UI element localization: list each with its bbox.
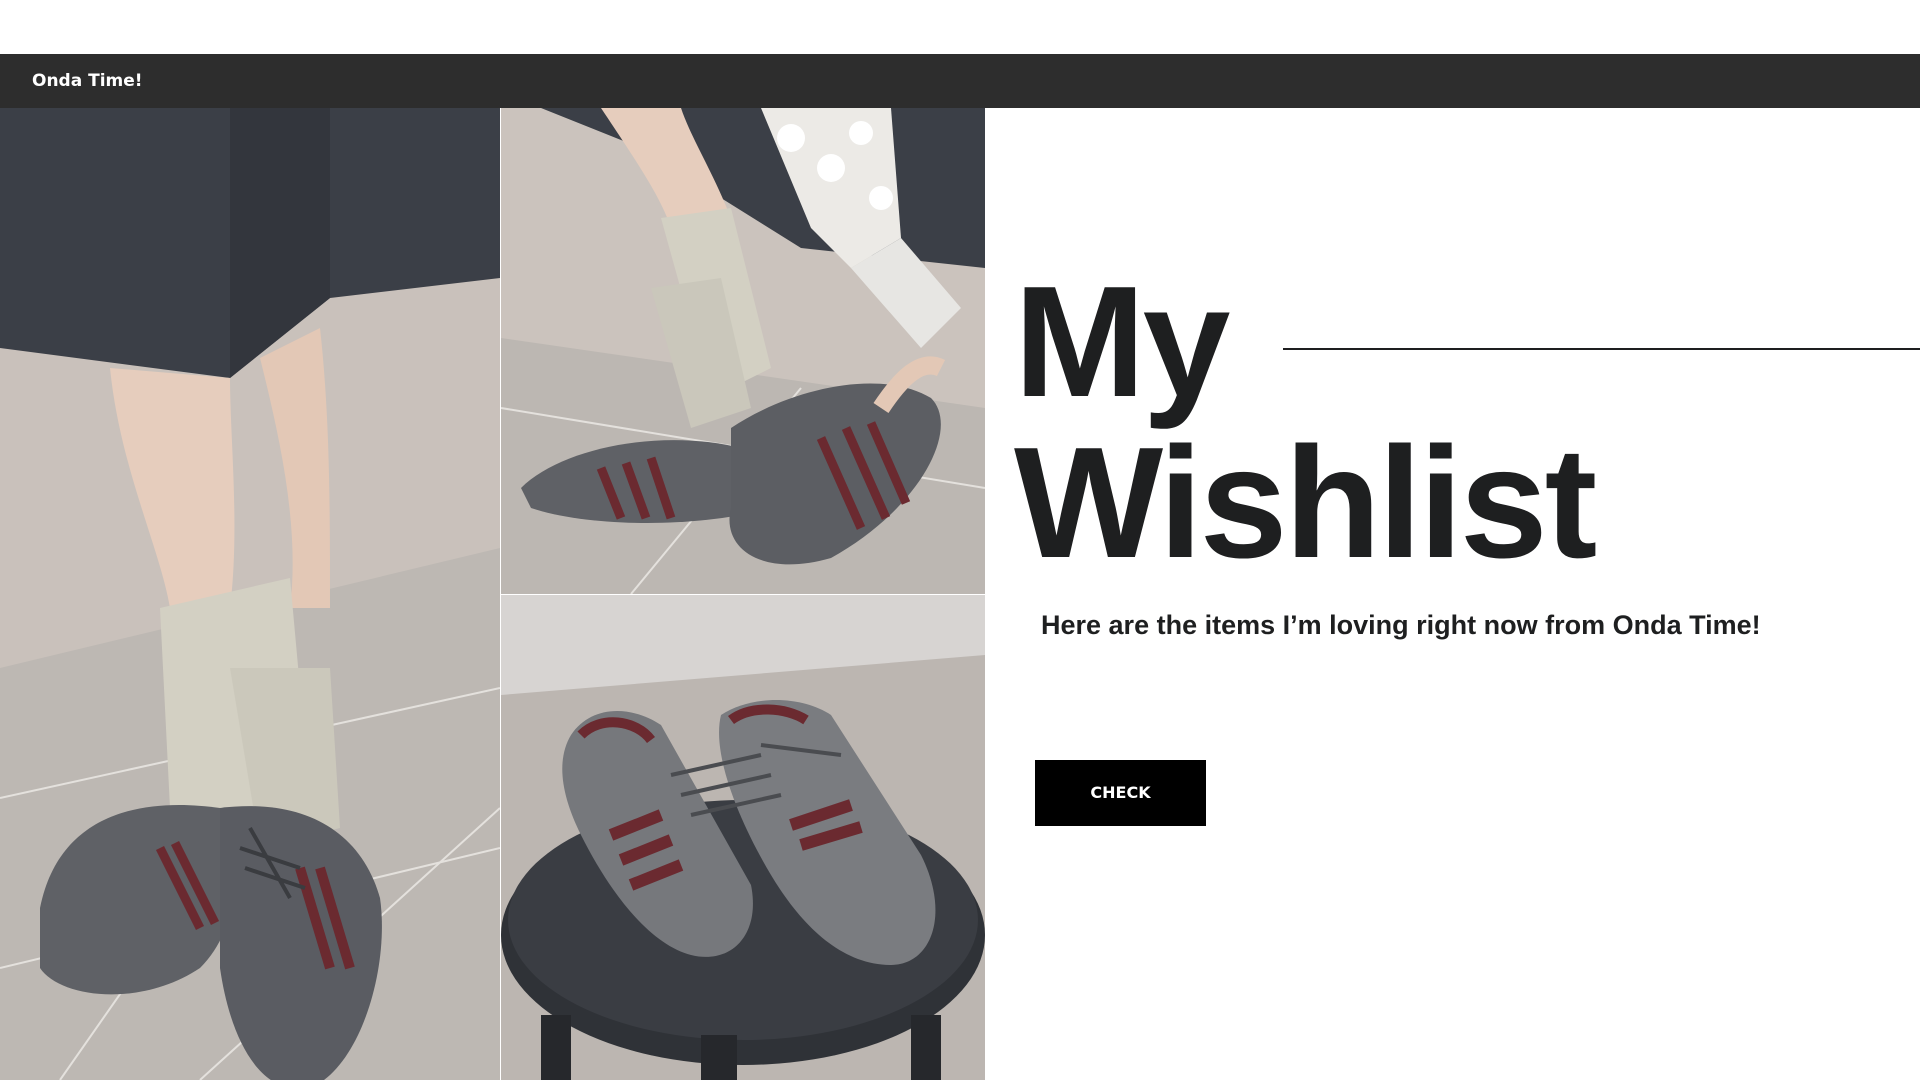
photo-sneakers-on-stool [501, 595, 985, 1080]
page-title-line-2: Wishlist [1014, 415, 1597, 591]
photo-sneakers-standing [0, 108, 500, 1080]
page-title-line-1: My [1014, 254, 1230, 430]
page-subtitle: Here are the items I’m loving right now … [1041, 610, 1761, 640]
check-button[interactable]: CHECK [1035, 760, 1206, 826]
brand-name[interactable]: Onda Time! [32, 70, 143, 92]
photo-sneakers-leaning [501, 108, 985, 594]
title-divider [1283, 348, 1920, 350]
top-navigation-bar: Onda Time! [0, 54, 1920, 108]
